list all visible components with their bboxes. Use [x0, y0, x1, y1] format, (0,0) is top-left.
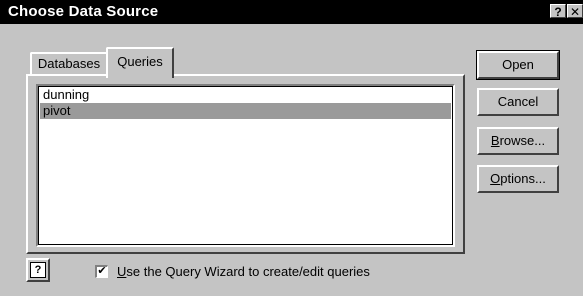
tab-databases[interactable]: Databases [30, 52, 108, 76]
help-icon: ? [30, 262, 46, 278]
cancel-button[interactable]: Cancel [477, 88, 559, 116]
query-wizard-label-text: se the Query Wizard to create/edit queri… [126, 264, 370, 279]
browse-button[interactable]: Browse... [477, 127, 559, 155]
tab-queries-label: Queries [117, 54, 163, 69]
title-bar: Choose Data Source ? ✕ [0, 0, 583, 24]
query-wizard-accelerator: U [117, 264, 127, 279]
title-help-button[interactable]: ? [550, 4, 566, 19]
cancel-button-label: Cancel [497, 94, 539, 109]
list-item-pivot[interactable]: pivot [40, 103, 451, 119]
query-wizard-checkbox[interactable]: ✔ [95, 265, 108, 278]
close-button[interactable]: ✕ [567, 4, 583, 19]
options-accelerator: O [490, 171, 501, 186]
query-wizard-label[interactable]: Use the Query Wizard to create/edit quer… [117, 264, 370, 279]
queries-tab-panel: dunning pivot [26, 74, 465, 254]
queries-listbox[interactable]: dunning pivot [36, 84, 455, 247]
window-title: Choose Data Source [8, 3, 159, 20]
tab-databases-label: Databases [37, 56, 101, 71]
browse-accelerator: B [490, 133, 500, 148]
options-button-label: ptions... [500, 171, 546, 186]
list-item-dunning[interactable]: dunning [40, 87, 451, 103]
tab-queries[interactable]: Queries [106, 47, 174, 78]
open-button-label: Open [502, 57, 534, 72]
help-button[interactable]: ? [26, 258, 50, 282]
options-button[interactable]: Options... [477, 165, 559, 193]
open-button[interactable]: Open [476, 50, 560, 80]
browse-button-label: rowse... [499, 133, 546, 148]
